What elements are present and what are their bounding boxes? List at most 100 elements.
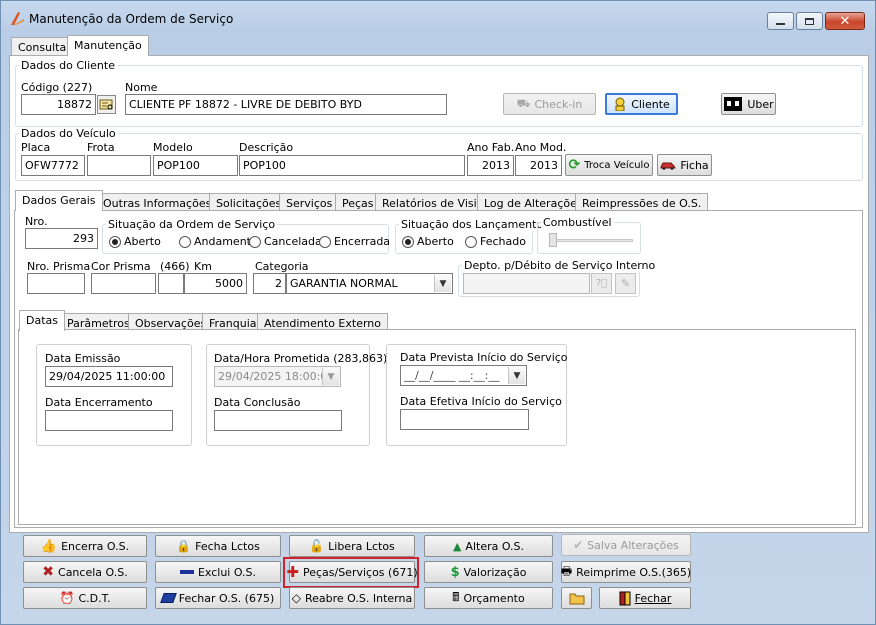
encerra-os-label: Encerra O.S. bbox=[61, 539, 130, 553]
conclusao-field[interactable] bbox=[214, 410, 342, 431]
frota-field[interactable] bbox=[87, 155, 151, 176]
lanc-aberto-radio[interactable]: Aberto bbox=[402, 235, 454, 248]
valorizacao-label: Valorização bbox=[463, 565, 527, 579]
codigo-lookup-button[interactable] bbox=[97, 95, 116, 114]
anofab-field[interactable]: 2013 bbox=[467, 155, 514, 176]
cancela-os-label: Cancela O.S. bbox=[58, 565, 128, 579]
efet-inicio-field[interactable] bbox=[400, 409, 529, 430]
orcamento-button[interactable]: 🖩 Orçamento bbox=[424, 587, 553, 609]
modelo-field[interactable]: POP100 bbox=[153, 155, 238, 176]
exclui-os-button[interactable]: Exclui O.S. bbox=[155, 561, 281, 583]
situacao-aberto-radio[interactable]: Aberto bbox=[109, 235, 161, 248]
codigo-field[interactable]: 18872 bbox=[21, 94, 96, 115]
descricao-label: Descrição bbox=[239, 141, 294, 154]
radio-label: Aberto bbox=[417, 235, 454, 248]
codigo-label: Código (227) bbox=[21, 81, 93, 94]
cdt-button[interactable]: ⏰ C.D.T. bbox=[23, 587, 147, 609]
lanc-fechado-radio[interactable]: Fechado bbox=[465, 235, 526, 248]
chevron-down-icon: ▼ bbox=[322, 368, 339, 385]
nro-field[interactable]: 293 bbox=[25, 228, 98, 249]
tab-dados-gerais[interactable]: Dados Gerais bbox=[15, 190, 103, 211]
encerra-os-button[interactable]: 👍 Encerra O.S. bbox=[23, 535, 147, 557]
placa-field[interactable]: OFW7772 bbox=[21, 155, 85, 176]
combustivel-slider[interactable] bbox=[549, 233, 633, 247]
checkmark-icon: ✔ bbox=[573, 538, 584, 552]
cliente-group-label: Dados do Cliente bbox=[19, 59, 117, 72]
tab-manutencao[interactable]: Manutenção bbox=[67, 35, 149, 56]
depto-group-label: Depto. p/Débito de Serviço Interno bbox=[462, 259, 658, 272]
fecha-lctos-button[interactable]: 🔒 Fecha Lctos bbox=[155, 535, 281, 557]
anomod-label: Ano Mod. bbox=[515, 141, 567, 154]
maximize-button[interactable] bbox=[796, 12, 823, 30]
anofab-label: Ano Fab. bbox=[467, 141, 515, 154]
nome-field[interactable]: CLIENTE PF 18872 - LIVRE DE DEBITO BYD bbox=[125, 94, 447, 115]
cancela-os-button[interactable]: ✖ Cancela O.S. bbox=[23, 561, 147, 583]
main-window: Manutenção da Ordem de Serviço ✕ Consult… bbox=[0, 0, 876, 625]
categoria-code-field[interactable]: 2 bbox=[253, 273, 286, 294]
encerramento-field[interactable] bbox=[45, 410, 173, 431]
reabre-os-button[interactable]: ◇ Reabre O.S. Interna bbox=[289, 587, 415, 609]
altera-os-label: Altera O.S. bbox=[465, 539, 525, 553]
ficha-button[interactable]: Ficha bbox=[657, 154, 712, 176]
nro-prisma-field[interactable] bbox=[27, 273, 85, 294]
fechar-button[interactable]: Fechar bbox=[599, 587, 691, 609]
person-icon bbox=[615, 97, 625, 111]
anomod-field[interactable]: 2013 bbox=[515, 155, 562, 176]
altera-os-button[interactable]: ▲ Altera O.S. bbox=[424, 535, 553, 557]
cdt-label: C.D.T. bbox=[78, 591, 111, 605]
checkin-button[interactable]: ⛟ Check-in bbox=[503, 93, 596, 115]
prometida-field[interactable]: 29/04/2025 18:00:00 ▼ bbox=[214, 366, 341, 387]
km-code-label: (466) bbox=[160, 260, 190, 273]
tab-label: Peças bbox=[342, 197, 374, 210]
checkin-label: Check-in bbox=[534, 97, 583, 111]
triangle-up-icon: ▲ bbox=[452, 539, 462, 553]
tab-label: Manutenção bbox=[74, 39, 142, 52]
frota-label: Frota bbox=[87, 141, 115, 154]
lookup-card-icon bbox=[99, 99, 113, 110]
checkin-icon: ⛟ bbox=[516, 96, 531, 110]
libera-lctos-button[interactable]: 🔓 Libera Lctos bbox=[289, 535, 415, 557]
app-logo-icon bbox=[11, 12, 24, 25]
radio-label: Fechado bbox=[480, 235, 526, 248]
fecha-lctos-label: Fecha Lctos bbox=[195, 539, 260, 553]
radio-dot bbox=[179, 235, 191, 248]
eraser-icon: ✎ bbox=[620, 277, 631, 290]
window-title: Manutenção da Ordem de Serviço bbox=[29, 12, 234, 26]
troca-veiculo-button[interactable]: ⟳ Troca Veículo bbox=[565, 154, 653, 176]
tab-datas[interactable]: Datas bbox=[19, 310, 65, 331]
radio-dot bbox=[109, 235, 121, 248]
x-mark-icon: ✖ bbox=[42, 564, 55, 580]
depto-lookup-button[interactable]: ?⃝ bbox=[591, 273, 612, 294]
prev-inicio-field[interactable]: __/__/____ __:__:__ ▼ bbox=[400, 365, 527, 386]
minimize-button[interactable] bbox=[767, 12, 794, 30]
descricao-field[interactable]: POP100 bbox=[239, 155, 465, 176]
cor-prisma-field[interactable] bbox=[91, 273, 156, 294]
book-icon bbox=[159, 593, 177, 603]
tab-consulta[interactable]: Consulta bbox=[11, 37, 74, 56]
uber-button[interactable]: Uber bbox=[721, 93, 776, 115]
km-field[interactable]: 5000 bbox=[184, 273, 247, 294]
car-icon bbox=[660, 162, 677, 170]
calculator-icon: 🖩 bbox=[452, 589, 460, 604]
tab-label: Reimpressões de O.S. bbox=[582, 197, 702, 210]
situacao-encerrada-radio[interactable]: Encerrada bbox=[319, 235, 390, 248]
cliente-button[interactable]: Cliente bbox=[605, 93, 678, 115]
title-bar: Manutenção da Ordem de Serviço ✕ bbox=[1, 1, 875, 33]
close-button[interactable]: ✕ bbox=[825, 12, 865, 30]
cliente-button-label: Cliente bbox=[631, 97, 670, 111]
open-folder-button[interactable] bbox=[561, 587, 592, 609]
situacao-cancelada-radio[interactable]: Cancelada bbox=[249, 235, 322, 248]
valorizacao-button[interactable]: $ Valorização bbox=[424, 561, 553, 583]
fechar-os-button[interactable]: Fechar O.S. (675) bbox=[155, 587, 281, 609]
salva-alteracoes-button[interactable]: ✔ Salva Alterações bbox=[561, 534, 691, 556]
printer-icon: 🖶 bbox=[560, 563, 573, 578]
veiculo-group-label: Dados do Veículo bbox=[19, 127, 118, 140]
categoria-select[interactable]: GARANTIA NORMAL ▼ bbox=[286, 273, 453, 294]
km-code-field[interactable] bbox=[158, 273, 184, 294]
depto-clear-button[interactable]: ✎ bbox=[615, 273, 636, 294]
reimprime-os-button[interactable]: 🖶 Reimprime O.S.(365) bbox=[561, 561, 691, 583]
situacao-andamento-radio[interactable]: Andamento bbox=[179, 235, 258, 248]
tab-label: Solicitações bbox=[216, 197, 282, 210]
depto-field[interactable] bbox=[463, 273, 590, 294]
emissao-field[interactable]: 29/04/2025 11:00:00 bbox=[45, 366, 173, 387]
